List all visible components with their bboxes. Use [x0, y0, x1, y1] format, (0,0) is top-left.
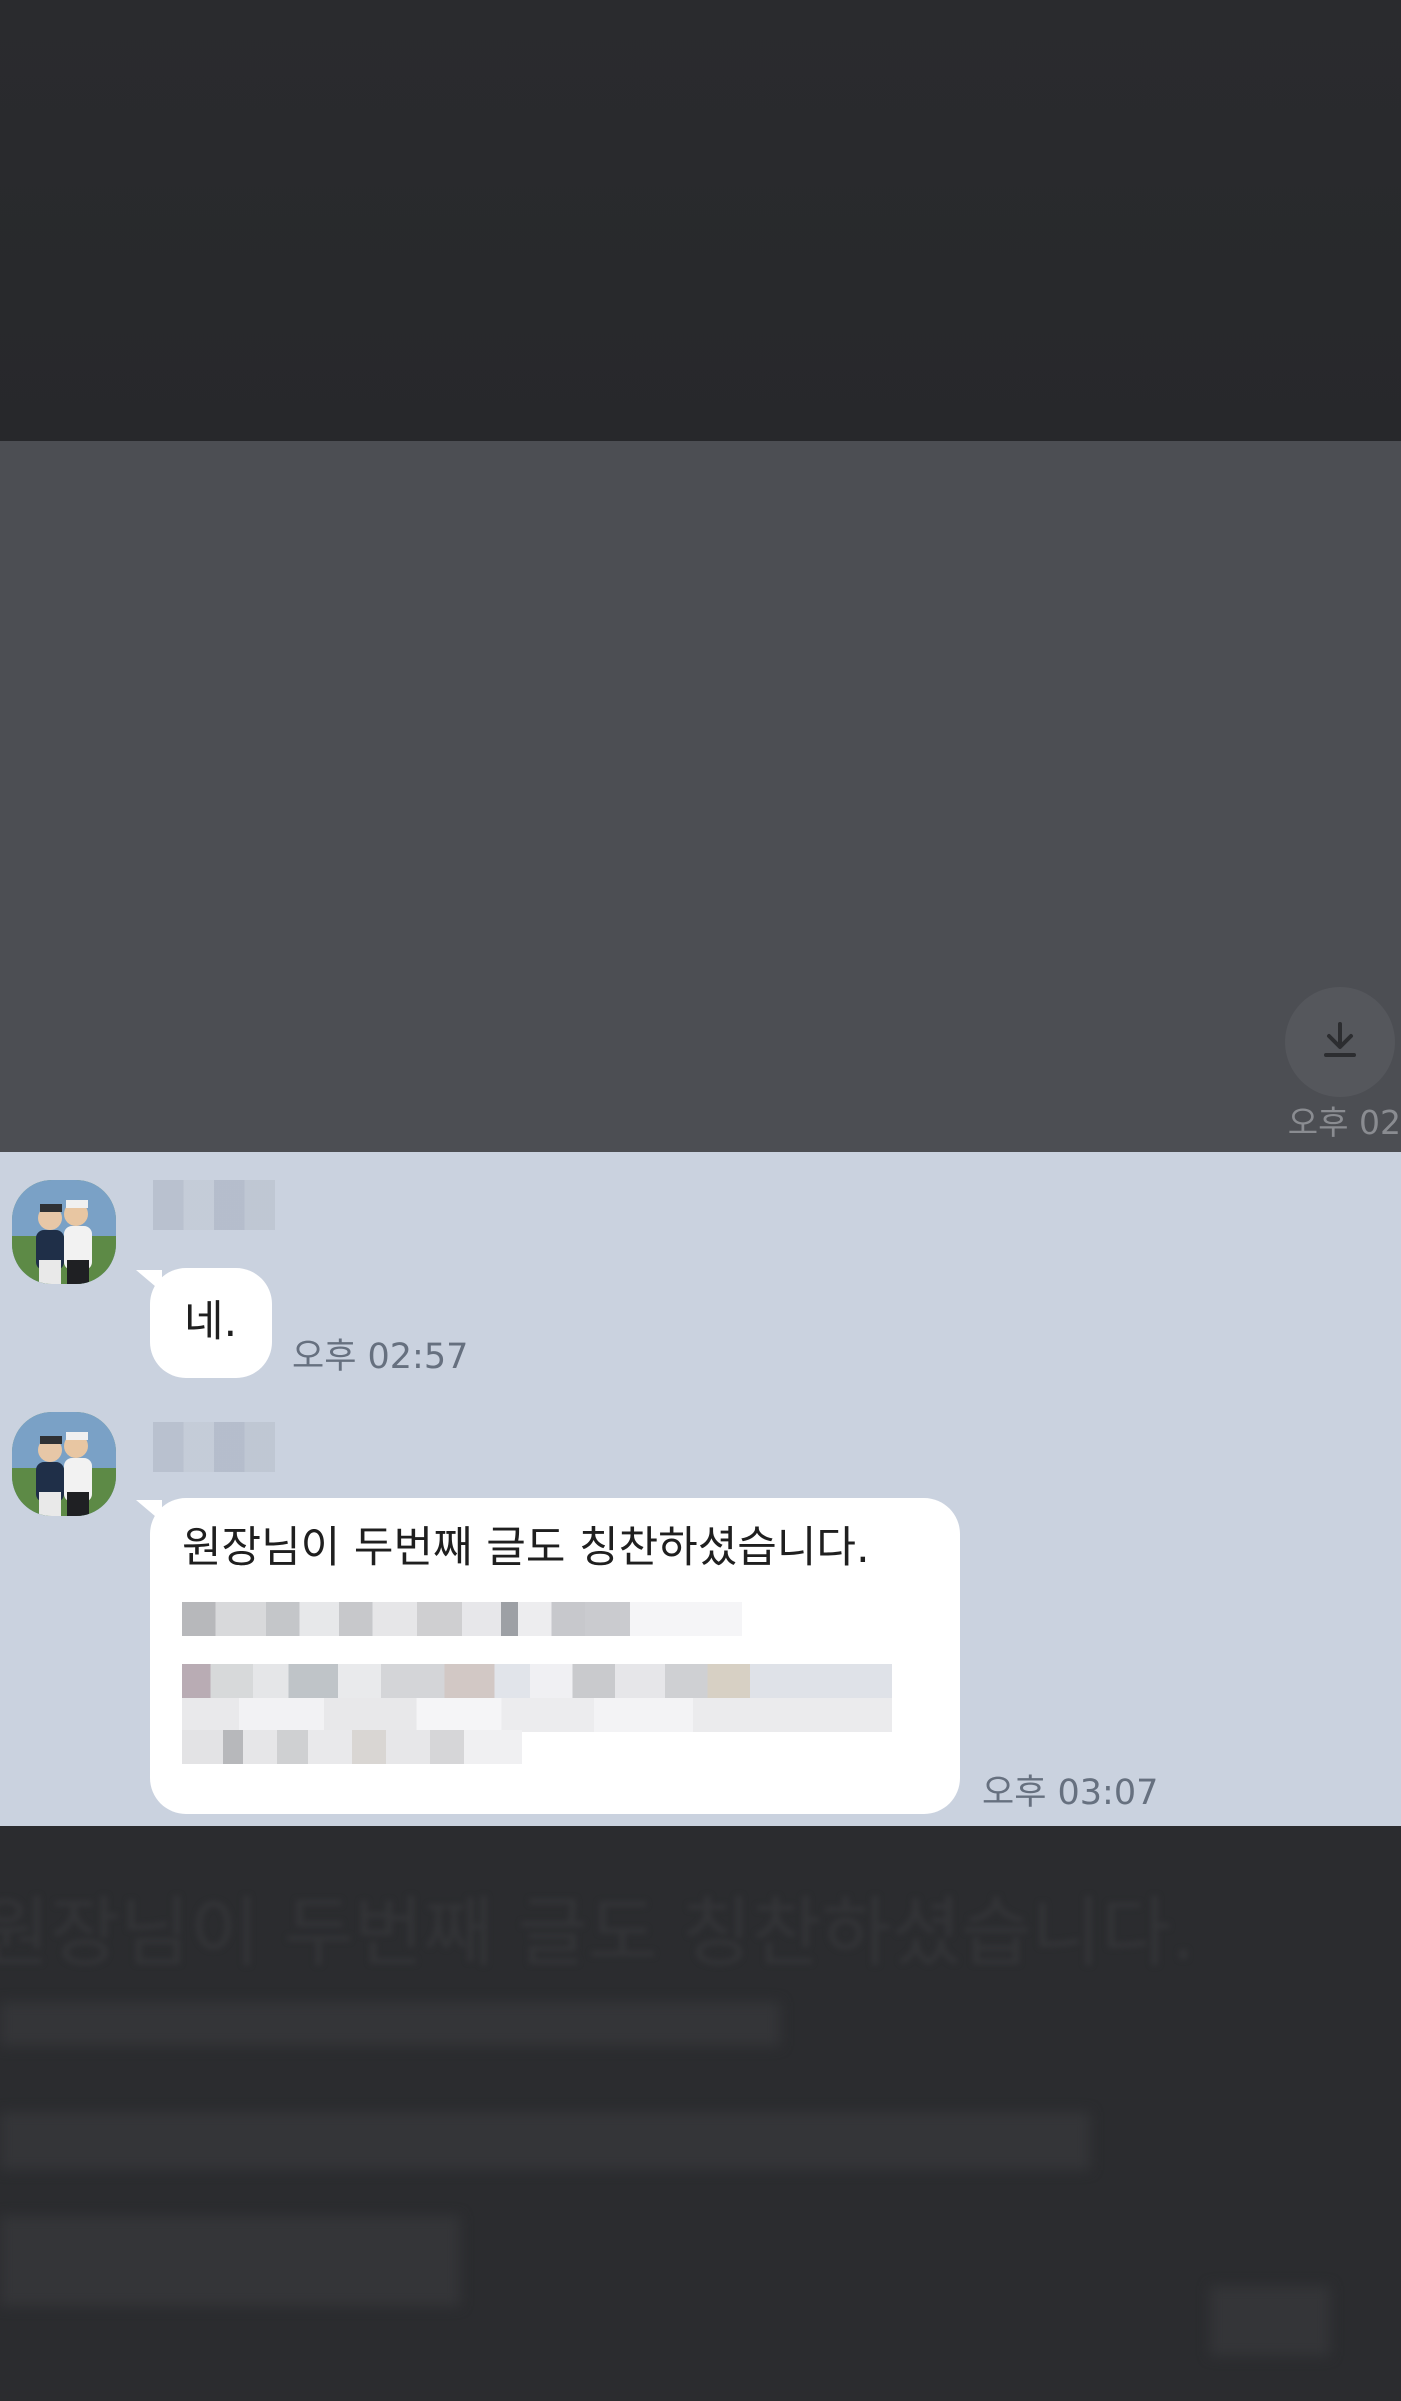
top-dark-area: [0, 0, 1401, 441]
background-preview-text: 원장님이 두번째 글도 칭찬하셨습니다.: [0, 1888, 1196, 1977]
message-bubble[interactable]: 원장님이 두번째 글도 칭찬하셨습니다.: [150, 1498, 960, 1814]
download-icon: [1316, 1016, 1364, 1068]
redacted-text-line: [182, 1602, 742, 1636]
redacted-text-line: [182, 1730, 522, 1764]
background-preview-line: [0, 2216, 460, 2306]
avatar-photo-icon: [12, 1412, 116, 1516]
avatar[interactable]: [12, 1180, 116, 1284]
download-button[interactable]: [1285, 987, 1395, 1097]
message-time: 오후 02:57: [292, 1337, 469, 1377]
redacted-text-line: [182, 1698, 892, 1732]
sender-name-redacted: [153, 1180, 275, 1230]
bottom-dark-area: 원장님이 두번째 글도 칭찬하셨습니다.: [0, 1826, 1401, 2401]
avatar[interactable]: [12, 1412, 116, 1516]
background-preview-line: [1210, 2286, 1330, 2356]
message-time: 오후 03:07: [982, 1773, 1159, 1813]
message-bubble[interactable]: 네.: [150, 1268, 272, 1378]
image-message-preview[interactable]: [0, 441, 1401, 1152]
sender-name-redacted: [153, 1422, 275, 1472]
avatar-photo-icon: [12, 1180, 116, 1284]
image-message-time: 오후 02: [1287, 1103, 1401, 1142]
message-text: 원장님이 두번째 글도 칭찬하셨습니다.: [182, 1523, 870, 1573]
background-preview-line: [0, 2112, 1090, 2170]
message-text: 네.: [184, 1297, 238, 1347]
background-preview-line: [0, 2002, 780, 2046]
redacted-text-line: [182, 1664, 892, 1698]
